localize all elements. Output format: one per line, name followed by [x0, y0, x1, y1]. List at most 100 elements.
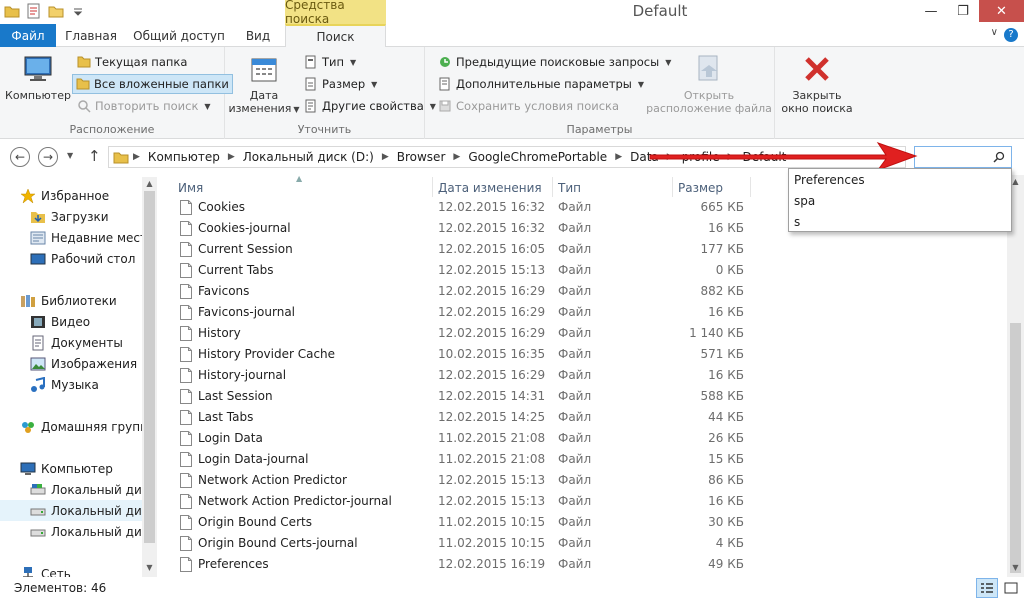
search-icon[interactable]: [993, 151, 1005, 163]
nav-local-disk-c[interactable]: Локальный диск: [0, 479, 142, 500]
close-search-button[interactable]: Закрыть окно поиска: [779, 53, 855, 115]
suggestion-item[interactable]: s: [789, 211, 1011, 232]
breadcrumb-separator-icon: ▶: [453, 152, 461, 162]
breadcrumb-data[interactable]: Data: [626, 150, 663, 164]
recent-locations-icon[interactable]: ▼: [67, 151, 73, 160]
nav-local-disk-e[interactable]: Локальный диск: [0, 521, 142, 542]
minimize-button[interactable]: —: [915, 0, 947, 22]
new-folder-icon[interactable]: [48, 3, 64, 19]
size-button[interactable]: Размер ▼: [301, 74, 380, 94]
nav-network[interactable]: Сеть: [0, 563, 142, 577]
file-icon: [180, 305, 192, 320]
nav-computer[interactable]: Компьютер: [0, 458, 142, 479]
nav-pane-scrollbar[interactable]: ▲ ▼: [142, 177, 157, 577]
file-icon: [180, 368, 192, 383]
details-view-button[interactable]: [976, 578, 998, 598]
tab-file[interactable]: Файл: [0, 24, 56, 47]
breadcrumb-browser[interactable]: Browser: [393, 150, 450, 164]
suggestion-item[interactable]: spa: [789, 190, 1011, 211]
current-folder-button[interactable]: Текущая папка: [74, 52, 190, 72]
file-type: Файл: [558, 305, 592, 319]
table-row[interactable]: Favicons 12.02.2015 16:29 Файл 882 КБ: [160, 281, 1006, 302]
recent-searches-button[interactable]: Предыдущие поисковые запросы ▼: [435, 52, 674, 72]
customize-qat-icon[interactable]: [70, 3, 86, 19]
table-row[interactable]: Current Session 12.02.2015 16:05 Файл 177 К…: [160, 239, 1006, 260]
all-subfolders-button[interactable]: Все вложенные папки: [72, 74, 233, 94]
table-row[interactable]: Origin Bound Certs-journal 11.02.2015 10:…: [160, 533, 1006, 554]
file-name: History: [198, 326, 241, 340]
advanced-options-button[interactable]: Дополнительные параметры ▼: [435, 74, 647, 94]
table-row[interactable]: Current Tabs 12.02.2015 15:13 Файл 0 КБ: [160, 260, 1006, 281]
nav-homegroup[interactable]: Домашняя группа: [0, 416, 142, 437]
table-row[interactable]: History 12.02.2015 16:29 Файл 1 140 КБ: [160, 323, 1006, 344]
up-arrow-icon[interactable]: ↑: [88, 147, 101, 165]
tab-search[interactable]: Поиск: [285, 24, 386, 48]
table-row[interactable]: Origin Bound Certs 11.02.2015 10:15 Файл 30…: [160, 512, 1006, 533]
column-divider[interactable]: [432, 177, 433, 197]
forward-button[interactable]: →: [38, 147, 58, 167]
table-row[interactable]: Last Session 12.02.2015 14:31 Файл 588 КБ: [160, 386, 1006, 407]
nav-favorites[interactable]: Избранное: [0, 185, 142, 206]
scroll-down-icon[interactable]: ▼: [142, 563, 157, 577]
folder-icon[interactable]: [4, 3, 20, 19]
open-file-location-button[interactable]: Открыть расположение файла: [645, 53, 773, 115]
address-bar[interactable]: ▶ Компьютер ▶ Локальный диск (D:) ▶ Brow…: [108, 146, 906, 168]
maximize-button[interactable]: ❐: [947, 0, 979, 22]
breadcrumb-computer[interactable]: Компьютер: [144, 150, 224, 164]
breadcrumb-googlechromeportable[interactable]: GoogleChromePortable: [464, 150, 611, 164]
other-properties-button[interactable]: Другие свойства ▼: [301, 96, 439, 116]
search-input[interactable]: [914, 146, 1012, 168]
computer-button[interactable]: Компьютер: [5, 53, 71, 102]
nav-desktop[interactable]: Рабочий стол: [0, 248, 142, 269]
large-icons-view-button[interactable]: [1000, 578, 1022, 598]
column-divider[interactable]: [750, 177, 751, 197]
date-modified-button[interactable]: Дата изменения ▼: [228, 53, 300, 116]
back-button[interactable]: ←: [10, 147, 30, 167]
group-location: Компьютер Текущая папка Все вложенные па…: [0, 47, 233, 139]
breadcrumb-profile[interactable]: profile: [678, 150, 724, 164]
status-bar: Элементов: 46: [0, 577, 1024, 600]
column-header-size[interactable]: Размер: [678, 181, 723, 195]
type-button[interactable]: Тип ▼: [301, 52, 359, 72]
suggestion-item[interactable]: Preferences: [789, 169, 1011, 190]
table-row[interactable]: Login Data 11.02.2015 21:08 Файл 26 КБ: [160, 428, 1006, 449]
table-row[interactable]: Network Action Predictor-journal 12.02.20…: [160, 491, 1006, 512]
table-row[interactable]: Login Data-journal 11.02.2015 21:08 Файл 15…: [160, 449, 1006, 470]
column-header-type[interactable]: Тип: [558, 181, 581, 195]
nav-downloads[interactable]: Загрузки: [0, 206, 142, 227]
scroll-down-icon[interactable]: ▼: [1008, 563, 1023, 577]
nav-images[interactable]: Изображения: [0, 353, 142, 374]
file-date: 12.02.2015 16:05: [438, 242, 546, 256]
table-row[interactable]: Last Tabs 12.02.2015 14:25 Файл 44 КБ: [160, 407, 1006, 428]
table-row[interactable]: History Provider Cache 10.02.2015 16:35 Фа…: [160, 344, 1006, 365]
properties-icon[interactable]: [26, 3, 42, 19]
repeat-search-button[interactable]: Повторить поиск ▼: [74, 96, 214, 116]
nav-documents[interactable]: Документы: [0, 332, 142, 353]
column-header-name[interactable]: Имя: [178, 181, 203, 195]
breadcrumb-drive-d[interactable]: Локальный диск (D:): [239, 150, 378, 164]
nav-pane-scroll-thumb[interactable]: [144, 191, 155, 543]
close-button[interactable]: ✕: [979, 0, 1024, 22]
table-row[interactable]: Network Action Predictor 12.02.2015 15:13…: [160, 470, 1006, 491]
table-row[interactable]: Preferences 12.02.2015 16:19 Файл 49 КБ: [160, 554, 1006, 575]
nav-video[interactable]: Видео: [0, 311, 142, 332]
column-header-date[interactable]: Дата изменения: [438, 181, 542, 195]
file-list-scroll-thumb[interactable]: [1010, 323, 1021, 573]
table-row[interactable]: Favicons-journal 12.02.2015 16:29 Файл 16 К…: [160, 302, 1006, 323]
breadcrumb-default[interactable]: Default: [739, 150, 791, 164]
tab-view[interactable]: Вид: [232, 24, 284, 47]
table-row[interactable]: History-journal 12.02.2015 16:29 Файл 16 КБ: [160, 365, 1006, 386]
nav-local-disk-d[interactable]: Локальный диск: [0, 500, 142, 521]
column-divider[interactable]: [552, 177, 553, 197]
file-list-scrollbar[interactable]: ▲ ▼: [1007, 175, 1024, 577]
nav-libraries[interactable]: Библиотеки: [0, 290, 142, 311]
nav-music[interactable]: Музыка: [0, 374, 142, 395]
nav-recent-places[interactable]: Недавние места: [0, 227, 142, 248]
nav-video-label: Видео: [51, 314, 91, 329]
help-icon[interactable]: ?: [1004, 28, 1018, 42]
save-search-button[interactable]: Сохранить условия поиска: [435, 96, 622, 116]
column-divider[interactable]: [672, 177, 673, 197]
ribbon-collapse-icon[interactable]: ∨: [991, 27, 998, 38]
tab-share[interactable]: Общий доступ: [126, 24, 232, 47]
tab-home[interactable]: Главная: [56, 24, 126, 47]
